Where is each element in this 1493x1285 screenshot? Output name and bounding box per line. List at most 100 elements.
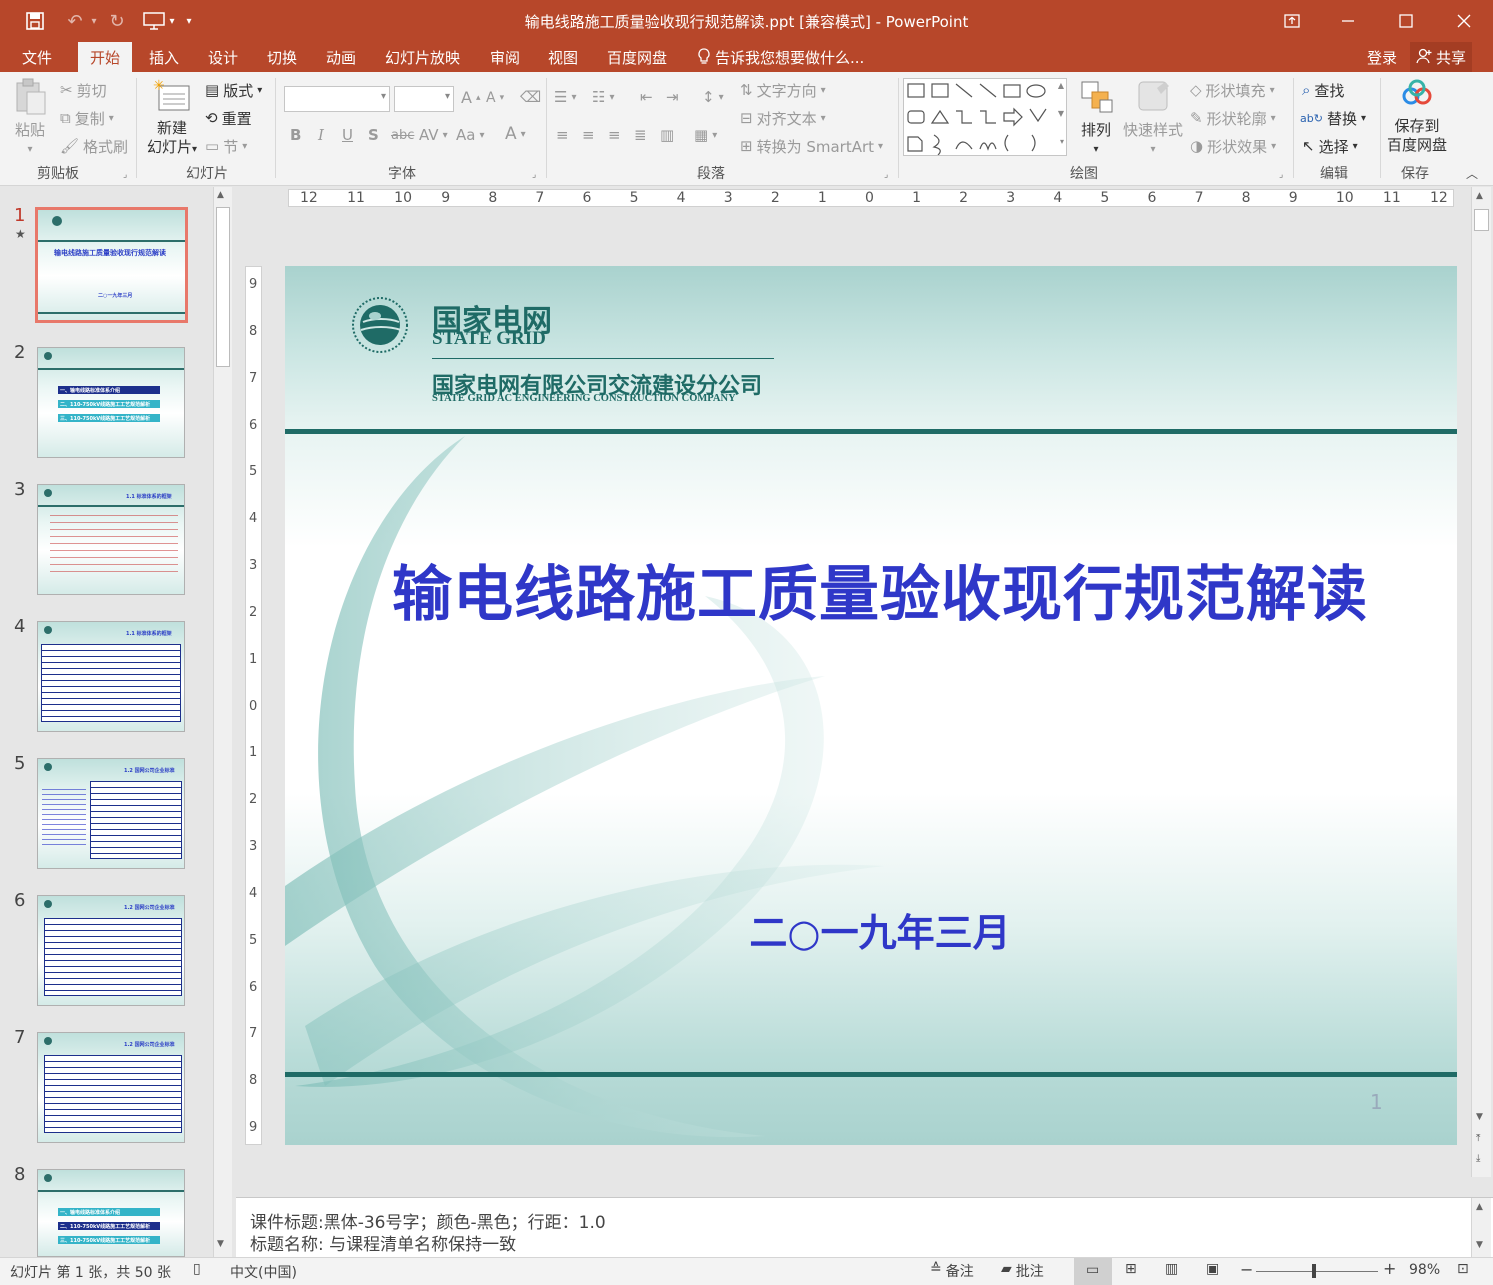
slide-thumbnail-5[interactable]: 1.2 国网公司企业标准: [37, 758, 185, 869]
share-button[interactable]: 共享: [1410, 42, 1473, 72]
find-button[interactable]: ⌕ 查找: [1302, 80, 1344, 101]
slide-thumbnail-6[interactable]: 1.2 国网公司企业标准: [37, 895, 185, 1006]
arrange-button[interactable]: 排列 ▾: [1074, 78, 1118, 159]
scroll-down-icon[interactable]: ▼: [217, 1239, 224, 1249]
language-indicator[interactable]: 中文(中国): [230, 1262, 297, 1282]
italic-button[interactable]: I: [318, 126, 324, 144]
slide-thumbnail-3[interactable]: 1.1 标准体系的框架: [37, 484, 185, 595]
align-left-icon[interactable]: ≡: [556, 126, 569, 144]
shapes-gallery[interactable]: ▲ ▼ ▾: [903, 78, 1067, 156]
align-right-icon[interactable]: ≡: [608, 126, 621, 144]
dialog-launcher-icon[interactable]: ⌟: [123, 170, 127, 180]
smartart-button[interactable]: ⊞ 转换为 SmartArt ▾: [740, 136, 883, 157]
shape-effects-button[interactable]: ◑ 形状效果 ▾: [1190, 136, 1276, 157]
underline-button[interactable]: U: [342, 126, 353, 144]
slide-thumbnail-4[interactable]: 1.1 标准体系的框架: [37, 621, 185, 732]
fit-to-window-icon[interactable]: ⊡: [1457, 1261, 1469, 1277]
zoom-slider-track[interactable]: [1256, 1271, 1378, 1272]
slide-thumbnail-8[interactable]: 一、输电线路标准体系介绍 二、110-750kV线路施工工艺规范解析 三、110…: [37, 1169, 185, 1257]
increase-indent-icon[interactable]: ⇥: [666, 88, 679, 106]
bullets-button[interactable]: ☰ ▾: [554, 88, 576, 106]
slide-thumbnail-2[interactable]: 一、输电线路标准体系介绍 二、110-750kV线路施工工艺规范解析 三、110…: [37, 347, 185, 458]
dialog-launcher-icon[interactable]: ⌟: [532, 170, 536, 180]
login-link[interactable]: 登录: [1367, 47, 1397, 68]
replace-button[interactable]: ab↻ 替换 ▾: [1300, 108, 1366, 129]
notes-scrollbar[interactable]: ▲ ▼: [1471, 1198, 1491, 1258]
font-color-button[interactable]: A ▾: [505, 124, 526, 144]
slide-sorter-icon[interactable]: ⊞: [1125, 1261, 1137, 1277]
slide-title[interactable]: 输电线路施工质量验收现行规范解读: [285, 546, 1457, 633]
scroll-thumb[interactable]: [1474, 209, 1489, 231]
tab-review[interactable]: 审阅: [490, 47, 520, 68]
text-direction-button[interactable]: ⇅ 文字方向 ▾: [740, 80, 826, 101]
tab-animations[interactable]: 动画: [326, 47, 356, 68]
tell-me-box[interactable]: 告诉我您想要做什么...: [697, 47, 864, 68]
reset-button[interactable]: ⟲ 重置: [205, 108, 252, 129]
format-painter-button[interactable]: 🖌 格式刷: [60, 136, 128, 157]
slide-date[interactable]: 二○一九年三月: [285, 902, 1457, 957]
numbering-button[interactable]: ☷ ▾: [592, 88, 614, 106]
strikethrough-button[interactable]: abc: [391, 128, 414, 143]
zoom-out-icon[interactable]: −: [1240, 1260, 1253, 1279]
scroll-up-icon[interactable]: ▲: [1476, 191, 1483, 201]
cut-button[interactable]: ✂ 剪切: [60, 80, 107, 101]
grow-font-button[interactable]: A ▴: [461, 88, 480, 107]
gallery-up-icon[interactable]: ▲: [1058, 81, 1064, 90]
tab-home[interactable]: 开始: [78, 42, 133, 72]
layout-button[interactable]: ▤ 版式 ▾: [205, 80, 262, 101]
previous-slide-icon[interactable]: ⤒: [1476, 1133, 1480, 1144]
scroll-up-icon[interactable]: ▲: [1476, 1202, 1483, 1212]
new-slide-button[interactable]: ✳ 新建 幻灯片▾: [142, 78, 202, 159]
paste-button[interactable]: 粘贴 ▾: [10, 78, 50, 159]
reading-view-icon[interactable]: ▥: [1165, 1261, 1178, 1277]
columns-button[interactable]: ▦ ▾: [694, 126, 717, 144]
scroll-down-icon[interactable]: ▼: [1476, 1240, 1483, 1250]
ribbon-display-icon[interactable]: [1280, 8, 1304, 34]
quick-styles-button[interactable]: 快速样式 ▾: [1122, 78, 1184, 159]
font-size-input[interactable]: ▾: [394, 86, 454, 112]
comments-button[interactable]: ▰ 批注: [1001, 1261, 1044, 1281]
notes-button[interactable]: ≙ 备注: [930, 1261, 974, 1281]
tab-file[interactable]: 文件: [22, 47, 52, 68]
font-name-input[interactable]: ▾: [284, 86, 390, 112]
close-icon[interactable]: [1452, 8, 1476, 34]
spell-check-icon[interactable]: ▯: [193, 1261, 201, 1277]
line-spacing-button[interactable]: ↕ ▾: [702, 88, 724, 106]
decrease-indent-icon[interactable]: ⇤: [640, 88, 653, 106]
notes-pane[interactable]: 课件标题:黑体-36号字；颜色-黑色；行距：1.0 标题名称: 与课程清单名称保…: [236, 1197, 1493, 1258]
slideshow-view-icon[interactable]: ▣: [1206, 1261, 1219, 1277]
zoom-slider-thumb[interactable]: [1312, 1264, 1316, 1278]
slide-thumbnail-7[interactable]: 1.2 国网公司企业标准: [37, 1032, 185, 1143]
shrink-font-button[interactable]: A ▾: [486, 90, 504, 106]
maximize-icon[interactable]: [1394, 8, 1418, 34]
scroll-up-icon[interactable]: ▲: [217, 190, 224, 200]
dialog-launcher-icon[interactable]: ⌟: [884, 170, 888, 180]
justify-icon[interactable]: ≣: [634, 126, 647, 144]
align-text-button[interactable]: ⊟ 对齐文本 ▾: [740, 108, 826, 129]
slide-canvas[interactable]: 国家电网 STATE GRID 国家电网有限公司交流建设分公司 STATE GR…: [285, 266, 1457, 1145]
scroll-thumb[interactable]: [216, 207, 230, 367]
align-center-icon[interactable]: ≡: [582, 126, 595, 144]
tab-view[interactable]: 视图: [548, 47, 578, 68]
tab-insert[interactable]: 插入: [149, 47, 179, 68]
shadow-button[interactable]: S: [368, 126, 379, 144]
bold-button[interactable]: B: [290, 126, 301, 144]
font-size-dropdown-icon[interactable]: ▾: [445, 91, 450, 102]
clear-format-icon[interactable]: ⌫: [520, 88, 541, 106]
slide-thumbnail-1[interactable]: 输电线路施工质量验收现行规范解读 二○一九年三月: [35, 207, 188, 323]
dialog-launcher-icon[interactable]: ⌟: [1279, 170, 1283, 180]
zoom-in-icon[interactable]: +: [1383, 1259, 1396, 1278]
save-to-baidu-button[interactable]: 保存到 百度网盘: [1384, 78, 1450, 155]
char-spacing-button[interactable]: AV ▾: [419, 126, 448, 144]
font-name-dropdown-icon[interactable]: ▾: [381, 91, 386, 102]
collapse-ribbon-icon[interactable]: ︿: [1466, 165, 1478, 182]
distributed-icon[interactable]: ▥: [660, 126, 674, 144]
tab-slideshow[interactable]: 幻灯片放映: [385, 47, 460, 68]
tab-baidu[interactable]: 百度网盘: [607, 47, 667, 68]
tab-design[interactable]: 设计: [208, 47, 238, 68]
section-button[interactable]: ▭ 节 ▾: [205, 136, 247, 157]
minimize-icon[interactable]: [1336, 8, 1360, 34]
scroll-down-icon[interactable]: ▼: [1476, 1112, 1483, 1122]
editor-scrollbar[interactable]: ▲ ▼ ⤒ ⤓: [1471, 187, 1491, 1177]
shape-fill-button[interactable]: ◇ 形状填充 ▾: [1190, 80, 1275, 101]
